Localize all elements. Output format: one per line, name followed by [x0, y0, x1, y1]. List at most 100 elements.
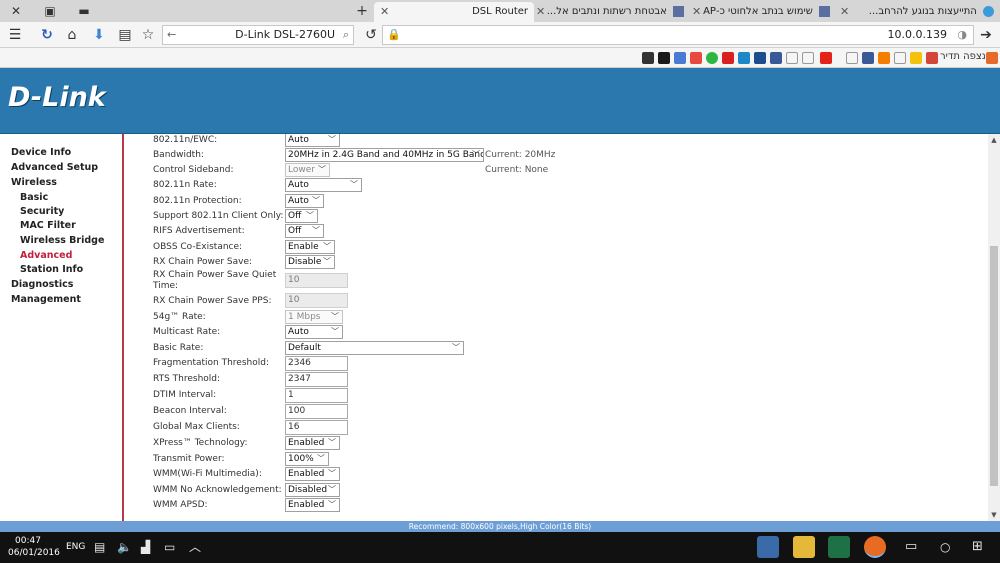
xpress-select[interactable]: Enabled ﹀ [285, 436, 340, 450]
sidebar-item-basic[interactable]: Basic [20, 192, 48, 203]
dtim-label: DTIM Interval: [153, 390, 217, 400]
windows-taskbar: 00:47 06/01/2016 ENG ▤ 🔈 ▟ ▭ ︿ ▭ ○ ⊞ [0, 532, 1000, 563]
wmm-select[interactable]: Enabled ﹀ [285, 467, 340, 481]
sidebar-item-station-info[interactable]: Station Info [20, 264, 83, 275]
blogger-icon[interactable] [878, 52, 890, 64]
beacon-input[interactable]: 100 [285, 404, 348, 419]
tab-network-security[interactable]: ✕ אבטחת רשתות ונתבים אל... [534, 2, 690, 22]
close-tab-icon[interactable]: ✕ [840, 2, 849, 22]
sideband-select[interactable]: Lower ﹀ [285, 163, 330, 177]
scroll-thumb[interactable] [990, 246, 998, 486]
restore-window-icon[interactable]: ▣ [42, 3, 58, 19]
bookmark-icon[interactable] [642, 52, 654, 64]
sidebar-item-mac-filter[interactable]: MAC Filter [20, 220, 76, 231]
bookmark-icon[interactable] [690, 52, 702, 64]
network-icon[interactable]: ▟ [141, 540, 150, 554]
dtim-input[interactable]: 1 [285, 388, 348, 403]
sidebar-item-device-info[interactable]: Device Info [11, 147, 71, 158]
basic-rate-select[interactable]: Default ﹀ [285, 341, 464, 355]
wmm-apsd-select[interactable]: Enabled ﹀ [285, 498, 340, 512]
bookmark-icon[interactable] [786, 52, 798, 64]
chevron-down-icon: ﹀ [331, 312, 339, 321]
app-icon[interactable] [757, 536, 779, 558]
n-client-only-select[interactable]: Off ﹀ [285, 209, 318, 223]
rx-power-save-select[interactable]: Disable ﹀ [285, 255, 335, 269]
bookmark-icon[interactable] [894, 52, 906, 64]
close-window-icon[interactable]: ✕ [8, 3, 24, 19]
bookmark-icon[interactable] [846, 52, 858, 64]
n-protection-select[interactable]: Auto ﹀ [285, 194, 324, 208]
bookmark-icon[interactable] [722, 52, 734, 64]
chevron-down-icon: ﹀ [306, 211, 314, 220]
address-bar[interactable]: 🔒 10.0.0.139 ◑ [382, 25, 974, 45]
rts-threshold-input[interactable]: 2347 [285, 372, 348, 387]
new-tab-button[interactable]: + [354, 3, 370, 19]
page-scrollbar[interactable]: ▲ ▼ [988, 134, 1000, 521]
gmail-icon[interactable] [926, 52, 938, 64]
sync-icon[interactable]: ↻ [38, 26, 56, 44]
firefox-icon[interactable] [864, 536, 886, 558]
rx-pps-input[interactable]: 10 [285, 293, 348, 308]
task-view-icon[interactable]: ▭ [905, 540, 917, 554]
close-tab-icon[interactable]: ✕ [692, 2, 701, 22]
bookmark-icon[interactable] [910, 52, 922, 64]
ewc-value: Auto [288, 135, 309, 145]
notification-icon[interactable]: ▤ [94, 540, 105, 554]
sidebar-item-advanced[interactable]: Advanced [20, 250, 72, 261]
tx-power-select[interactable]: 100% ﹀ [285, 452, 329, 466]
sidebar-item-wireless-bridge[interactable]: Wireless Bridge [20, 235, 104, 246]
scroll-up-icon[interactable]: ▲ [988, 134, 1000, 146]
bookmark-icon[interactable] [674, 52, 686, 64]
home-icon[interactable]: ⌂ [63, 26, 81, 44]
bookmark-icon[interactable] [658, 52, 670, 64]
sidebar-item-security[interactable]: Security [20, 206, 64, 217]
youtube-icon[interactable] [820, 52, 832, 64]
minimize-window-icon[interactable]: ▬ [76, 3, 92, 19]
g-rate-select[interactable]: 1 Mbps ﹀ [285, 310, 343, 324]
clipboard-icon[interactable]: ▤ [116, 26, 134, 44]
frag-threshold-input[interactable]: 2346 [285, 356, 348, 371]
wmm-noack-select[interactable]: Disabled ﹀ [285, 483, 340, 497]
menu-icon[interactable]: ☰ [6, 26, 24, 44]
rx-quiet-time-input[interactable]: 10 [285, 273, 348, 288]
n-protection-label: 802.11n Protection: [153, 196, 242, 206]
bookmark-icon[interactable] [738, 52, 750, 64]
tab-dsl-router[interactable]: ✕ DSL Router [374, 2, 534, 22]
bookmark-icon[interactable] [802, 52, 814, 64]
ewc-select[interactable]: Auto ﹀ [285, 134, 340, 147]
taskbar-clock[interactable]: 00:47 06/01/2016 [8, 535, 60, 559]
language-indicator[interactable]: ENG [66, 542, 85, 552]
n-rate-select[interactable]: Auto ﹀ [285, 178, 362, 192]
sidebar-item-management[interactable]: Management [11, 294, 81, 305]
facebook-icon[interactable] [770, 52, 782, 64]
most-visited-bookmark[interactable]: נצפה תדיר [940, 51, 986, 62]
tab-wireless-ap[interactable]: ✕ שימוש בנתב אלחוטי כ-AP [690, 2, 836, 22]
volume-icon[interactable]: 🔈 [117, 540, 132, 554]
show-hidden-icons-icon[interactable]: ︿ [189, 540, 201, 554]
download-icon[interactable]: ⬇ [90, 26, 108, 44]
close-tab-icon[interactable]: ✕ [380, 2, 389, 22]
rifs-select[interactable]: Off ﹀ [285, 224, 324, 238]
start-icon[interactable]: ⊞ [972, 540, 983, 554]
close-tab-icon[interactable]: ✕ [536, 2, 545, 22]
file-explorer-icon[interactable] [793, 536, 815, 558]
bookmark-icon[interactable] [862, 52, 874, 64]
bookmark-icon[interactable] [754, 52, 766, 64]
go-forward-icon[interactable]: ➔ [977, 26, 995, 44]
search-input[interactable]: ← D-Link DSL-2760U ⌕ [162, 25, 354, 45]
bandwidth-select[interactable]: 20MHz in 2.4G Band and 40MHz in 5G Band ﹀ [285, 148, 484, 162]
multicast-rate-select[interactable]: Auto ﹀ [285, 325, 343, 339]
sidebar-item-advanced-setup[interactable]: Advanced Setup [11, 162, 98, 173]
search-icon[interactable]: ○ [940, 540, 950, 554]
whatsapp-icon[interactable] [706, 52, 718, 64]
max-clients-input[interactable]: 16 [285, 420, 348, 435]
power-icon[interactable]: ▭ [164, 540, 175, 554]
sidebar-item-wireless[interactable]: Wireless [11, 177, 57, 188]
obss-select[interactable]: Enable ﹀ [285, 240, 335, 254]
excel-icon[interactable] [828, 536, 850, 558]
reload-icon[interactable]: ↺ [362, 26, 380, 44]
tab-consultation[interactable]: ✕ התייעצות בנוגע להרחב... [836, 2, 1000, 22]
scroll-down-icon[interactable]: ▼ [988, 509, 1000, 521]
sidebar-item-diagnostics[interactable]: Diagnostics [11, 279, 73, 290]
star-icon[interactable]: ☆ [139, 26, 157, 44]
